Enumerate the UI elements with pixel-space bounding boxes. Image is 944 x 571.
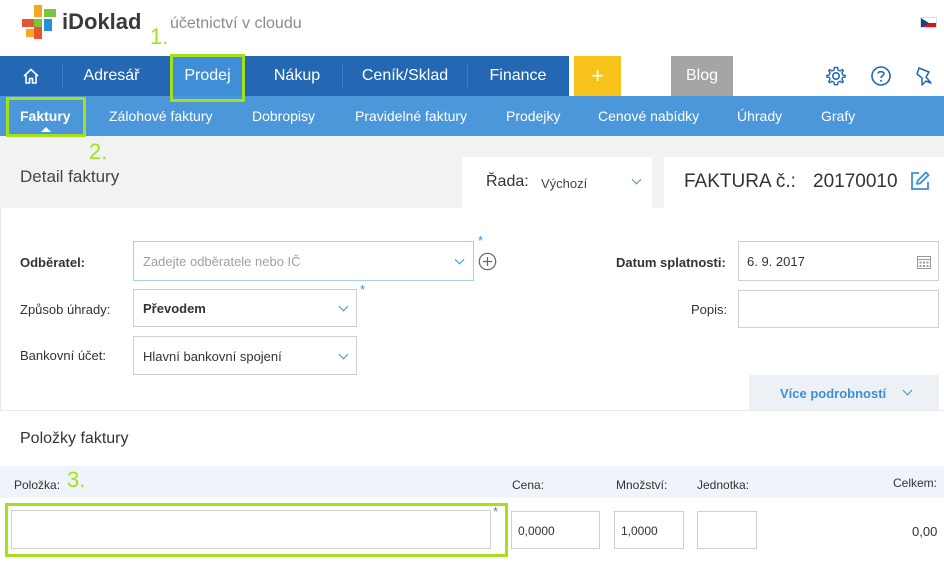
nav-home[interactable] <box>0 56 62 96</box>
subnav-zalohove-faktury[interactable]: Zálohové faktury <box>109 96 213 136</box>
chevron-down-icon <box>454 254 465 265</box>
subnav-cenove-nabidky[interactable]: Cenové nabídky <box>598 96 699 136</box>
row-total: 0,00 <box>912 524 938 539</box>
bankovni-ucet-label: Bankovní účet: <box>20 348 106 363</box>
nav-blog[interactable]: Blog <box>671 56 733 96</box>
step-1-label: 1. <box>150 24 169 49</box>
calendar-icon[interactable] <box>916 254 932 270</box>
more-details-label: Více podrobností <box>780 386 887 401</box>
page-title: Detail faktury <box>20 167 120 186</box>
rada-label: Řada: <box>486 173 529 190</box>
sub-nav: Faktury Zálohové faktury Dobropisy Pravi… <box>0 96 944 136</box>
col-mnozstvi: Množství: <box>616 478 668 492</box>
nav-cenik-sklad[interactable]: Ceník/Sklad <box>343 56 467 96</box>
add-new-button[interactable]: + <box>574 56 621 96</box>
col-jednotka: Jednotka: <box>697 478 750 492</box>
brand-name[interactable]: iDoklad <box>62 9 141 35</box>
notification-icon[interactable] <box>914 65 936 87</box>
mnozstvi-value: 1,0000 <box>621 524 658 538</box>
col-cena: Cena: <box>512 478 545 492</box>
required-mark: * <box>478 233 484 248</box>
datum-splatnosti-input[interactable]: 6. 9. 2017 <box>738 241 939 281</box>
main-nav: Adresář Prodej Nákup Ceník/Sklad Finance… <box>0 56 944 96</box>
mnozstvi-input[interactable]: 1,0000 <box>614 511 684 549</box>
subnav-pravidelne-faktury[interactable]: Pravidelné faktury <box>355 96 467 136</box>
home-icon <box>23 68 39 84</box>
invoice-number: 20170010 <box>813 171 898 192</box>
required-mark: * <box>360 282 366 297</box>
popis-input[interactable] <box>738 290 939 328</box>
invoice-number-box: FAKTURA č.: 20170010 <box>664 157 944 208</box>
top-bar: iDoklad účetnictví v cloudu <box>0 0 944 56</box>
chevron-down-icon <box>338 301 349 312</box>
zpusob-uhrady-label: Způsob úhrady: <box>20 302 111 317</box>
datum-splatnosti-value: 6. 9. 2017 <box>747 254 805 269</box>
subnav-grafy[interactable]: Grafy <box>821 96 855 136</box>
brand-tagline: účetnictví v cloudu <box>170 15 302 32</box>
datum-splatnosti-label: Datum splatnosti: <box>616 255 726 270</box>
highlight-faktury <box>6 97 86 137</box>
add-customer-icon[interactable] <box>478 252 497 271</box>
rada-value: Výchozí <box>541 176 588 191</box>
rada-select[interactable]: Řada: Výchozí <box>462 157 652 208</box>
step-3-label: 3. <box>67 467 86 492</box>
chevron-down-icon <box>631 174 642 185</box>
items-header-row <box>0 466 944 498</box>
jednotka-input[interactable] <box>697 511 757 549</box>
cena-value: 0,0000 <box>518 524 555 538</box>
subnav-uhrady[interactable]: Úhrady <box>737 96 782 136</box>
highlight-prodej <box>170 54 245 102</box>
edit-icon[interactable] <box>909 170 931 192</box>
zpusob-uhrady-value: Převodem <box>143 301 206 316</box>
nav-adresar[interactable]: Adresář <box>63 56 160 96</box>
highlight-polozka <box>5 503 508 557</box>
more-details-button[interactable]: Více podrobností <box>749 375 939 411</box>
gear-icon[interactable] <box>825 65 847 87</box>
chevron-down-icon <box>338 349 349 360</box>
chevron-down-icon <box>902 385 913 396</box>
bankovni-ucet-select[interactable]: Hlavní bankovní spojení <box>133 336 357 375</box>
idoklad-logo-icon[interactable] <box>22 5 56 39</box>
nav-finance[interactable]: Finance <box>468 56 568 96</box>
odberatel-input[interactable]: Zadejte odběratele nebo IČ <box>133 241 474 281</box>
odberatel-placeholder: Zadejte odběratele nebo IČ <box>143 254 301 269</box>
items-title: Položky faktury <box>20 430 129 447</box>
czech-flag-icon[interactable] <box>920 17 937 28</box>
invoice-number-label: FAKTURA č.: <box>684 171 796 192</box>
odberatel-label: Odběratel: <box>20 255 86 270</box>
help-icon[interactable] <box>870 65 892 87</box>
popis-label: Popis: <box>691 302 728 317</box>
step-2-label: 2. <box>89 139 108 164</box>
col-celkem: Celkem: <box>893 476 938 490</box>
col-polozka: Položka: <box>14 478 61 492</box>
page: iDoklad účetnictví v cloudu Adresář Prod… <box>0 0 944 571</box>
zpusob-uhrady-select[interactable]: Převodem <box>133 289 357 327</box>
subnav-prodejky[interactable]: Prodejky <box>506 96 560 136</box>
cena-input[interactable]: 0,0000 <box>511 511 600 549</box>
nav-nakup[interactable]: Nákup <box>252 56 342 96</box>
subnav-dobropisy[interactable]: Dobropisy <box>252 96 315 136</box>
bankovni-ucet-value: Hlavní bankovní spojení <box>143 349 282 364</box>
